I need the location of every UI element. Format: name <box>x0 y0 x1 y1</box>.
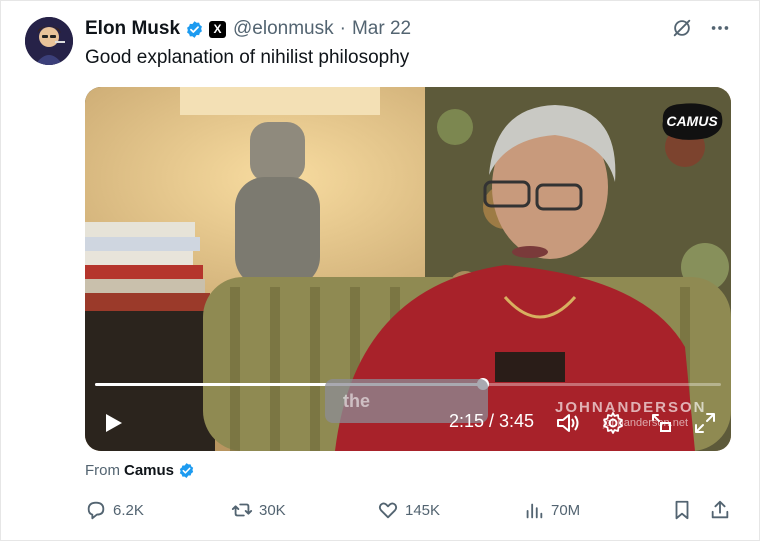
video-time: 2:15 / 3:45 <box>449 411 535 431</box>
reply-count: 6.2K <box>113 501 144 519</box>
bookmark-icon <box>675 500 689 520</box>
tweet-text: Good explanation of nihilist philosophy <box>85 47 410 68</box>
source-prefix: From <box>85 462 120 479</box>
play-icon[interactable] <box>101 411 125 435</box>
share-icon <box>711 500 729 519</box>
grok-slash-icon[interactable] <box>671 17 693 44</box>
tweet-card: Elon Musk X @elonmusk · Mar 22 Good expl… <box>0 0 760 541</box>
source-verified-icon <box>178 462 195 479</box>
pip-icon[interactable] <box>649 411 673 435</box>
avatar[interactable] <box>25 17 73 65</box>
like-button[interactable]: 145K <box>377 499 440 521</box>
more-icon[interactable] <box>709 17 731 44</box>
like-count: 145K <box>405 501 441 519</box>
repost-count: 30K <box>259 501 286 519</box>
volume-icon[interactable] <box>555 411 581 435</box>
subtitle-text: the <box>343 391 370 411</box>
repost-button[interactable]: 30K <box>231 499 286 521</box>
tweet-header: Elon Musk X @elonmusk · Mar 22 <box>85 17 411 41</box>
settings-gear-icon[interactable] <box>601 411 625 435</box>
x-affiliate-badge-icon: X <box>209 20 227 38</box>
verified-badge-icon <box>185 20 204 39</box>
author-name[interactable]: Elon Musk <box>85 18 180 40</box>
views-icon <box>526 503 543 519</box>
share-button[interactable] <box>709 499 731 521</box>
source-name-link[interactable]: Camus <box>124 462 174 479</box>
header-separator: · <box>339 18 346 39</box>
views-count: 70M <box>551 501 581 519</box>
video-player[interactable]: CAMUS the JOHNANDERSON johnanderson.net … <box>85 87 731 451</box>
tweet-actions: 6.2K 30K 145K 70M <box>85 499 733 523</box>
tweet-top-actions <box>671 17 731 44</box>
camus-logo: CAMUS <box>662 103 723 140</box>
source-attribution: From Camus <box>85 462 195 479</box>
repost-icon <box>231 503 253 517</box>
reply-icon <box>87 501 105 520</box>
bookmark-button[interactable] <box>671 499 693 521</box>
like-icon <box>378 502 398 519</box>
svg-text:CAMUS: CAMUS <box>666 113 718 129</box>
fullscreen-icon[interactable] <box>693 411 717 435</box>
reply-button[interactable]: 6.2K <box>85 499 144 521</box>
tweet-date[interactable]: Mar 22 <box>352 18 411 40</box>
author-handle[interactable]: @elonmusk <box>233 18 334 40</box>
views-button[interactable]: 70M <box>523 499 580 521</box>
